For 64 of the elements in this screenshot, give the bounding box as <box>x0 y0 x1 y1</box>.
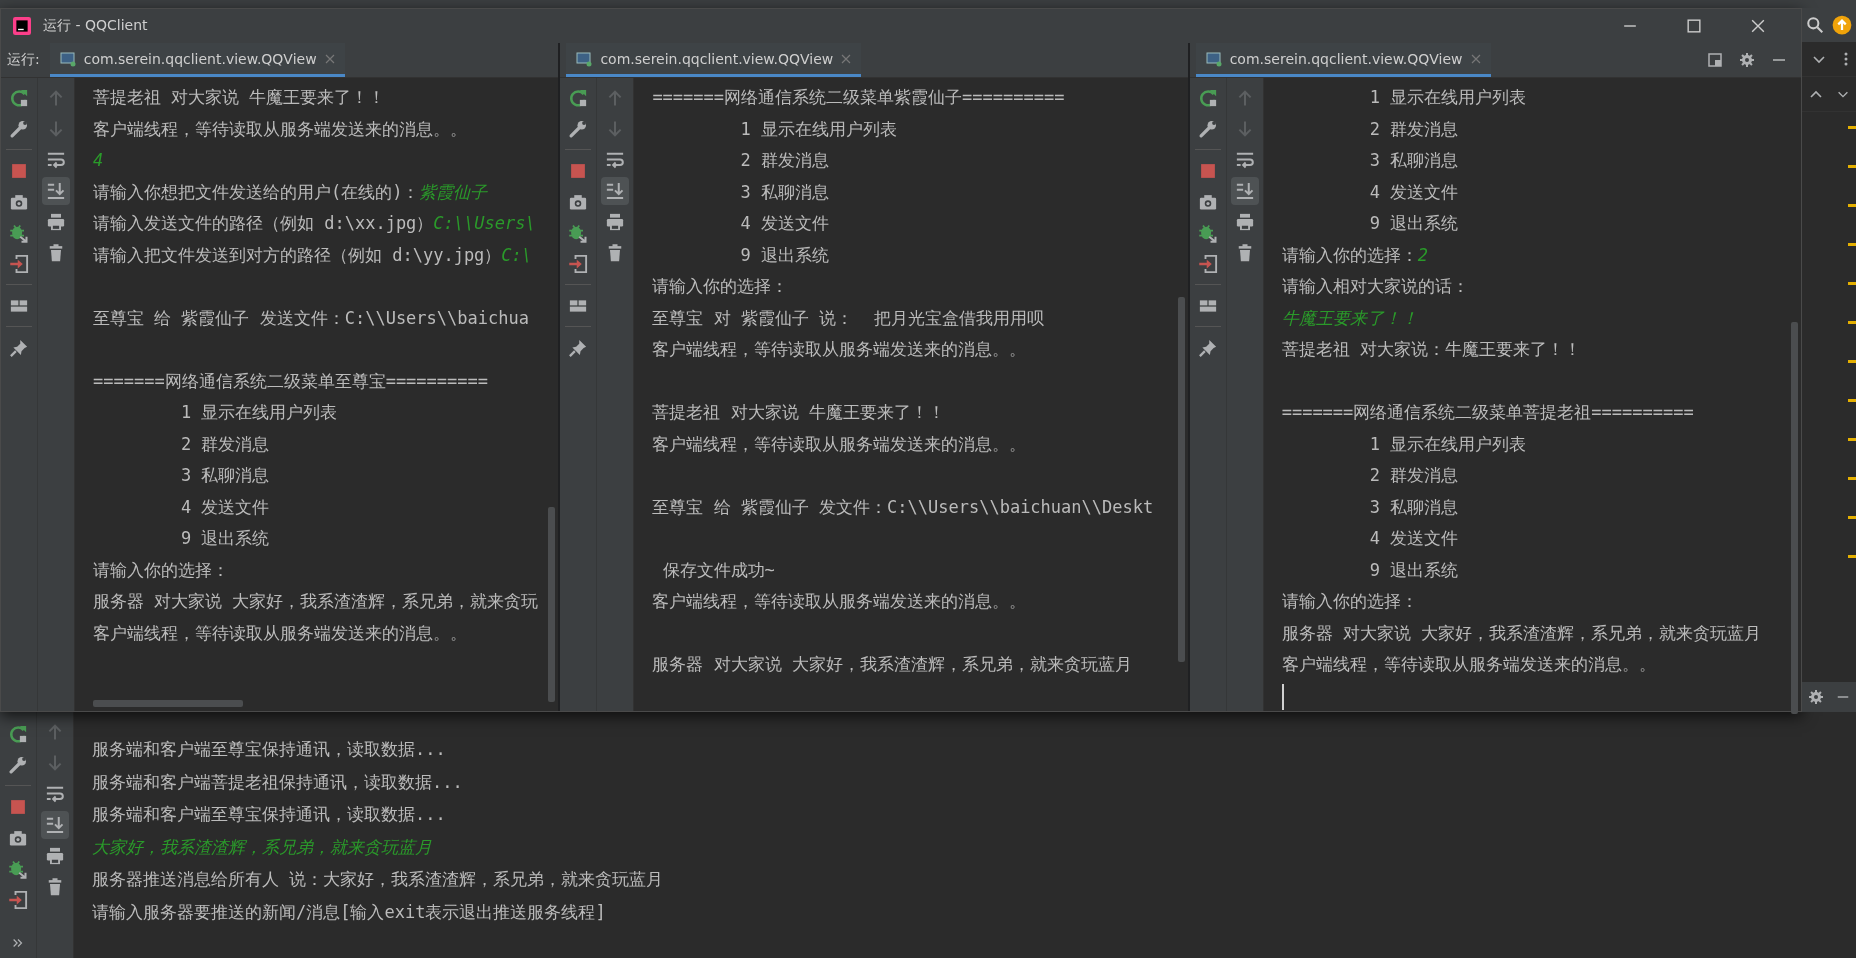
user-input-text: 紫霞仙子 <box>419 181 488 202</box>
user-input-text: 4 <box>93 150 104 170</box>
console-text: 9 退出系统 <box>181 528 270 548</box>
console-text: 请输入发送文件的路径（例如 d:\xx.jpg） <box>93 213 434 233</box>
console-text: 9 退出系统 <box>1369 559 1459 580</box>
console-text: 4 发送文件 <box>181 496 270 517</box>
console-text: 请输入你的选择： <box>1281 244 1418 265</box>
console-text: 客户端线程，等待读取从服务端发送来的消息。。 <box>652 433 1027 454</box>
user-input-text: C:\ <box>501 244 533 265</box>
console-text: 请输入你的选择： <box>652 276 789 296</box>
console-text: 2 群发消息 <box>1369 465 1459 485</box>
user-input-text: 大家好，我系渣渣辉，系兄弟，就来贪玩蓝月 <box>92 836 432 857</box>
console-text: 客户端线程，等待读取从服务端发送来的消息。。 <box>93 622 467 643</box>
console-text: 至尊宝 给 紫霞仙子 发送文件：C:\\Users\\baichua <box>93 307 529 328</box>
console-text: 请输入你的选择： <box>93 559 229 580</box>
console-text: 2 群发消息 <box>1369 118 1459 139</box>
console-text: 3 私聊消息 <box>181 465 270 485</box>
console-text: 请输入相对大家说的话： <box>1281 276 1469 296</box>
console-text: 3 私聊消息 <box>1369 150 1459 170</box>
console-text: 服务端和客户端至尊宝保持通讯，读取数据... <box>92 804 446 824</box>
console-text: =======网络通信系统二级菜单至尊宝========== <box>93 370 488 391</box>
console-text: 1 显示在线用户列表 <box>1369 87 1527 107</box>
console-text: 9 退出系统 <box>1369 213 1459 233</box>
console-text: 3 私聊消息 <box>1369 496 1459 517</box>
console-text: 客户端线程，等待读取从服务端发送来的消息。。 <box>652 339 1027 359</box>
console-text: 请输入你想把文件发送给的用户(在线的)： <box>93 181 420 202</box>
console-text: 服务端和客户端菩提老祖保持通讯，读取数据... <box>92 771 463 792</box>
console-text: 请输入你的选择： <box>1281 591 1418 611</box>
console-text: 菩提老祖 对大家说 牛魔王要来了！！ <box>652 402 945 422</box>
console-text: 请输入把文件发送到对方的路径（例如 d:\yy.jpg） <box>93 244 502 265</box>
console-tab[interactable]: com.serein.qqclient.view.QQView <box>1195 43 1491 77</box>
user-input-text: 牛魔王要来了！！ <box>1281 307 1418 328</box>
console-text: 保存文件成功~ <box>661 559 775 580</box>
console-text: 服务器 对大家说 大家好，我系渣渣辉，系兄弟，就来贪玩 <box>93 591 539 611</box>
console-text: 客户端线程，等待读取从服务端发送来的消息。。 <box>93 118 467 139</box>
console-text: 菩提老祖 对大家说 牛魔王要来了！！ <box>93 87 386 107</box>
console-text: 服务器推送消息给所有人 说：大家好，我系渣渣辉，系兄弟，就来贪玩蓝月 <box>92 869 664 889</box>
console-text: 服务端和客户端至尊宝保持通讯，读取数据... <box>92 739 446 759</box>
console-text: =======网络通信系统二级菜单菩提老祖========== <box>1281 402 1694 422</box>
console-text: 3 私聊消息 <box>740 181 829 202</box>
console-text: 至尊宝 给 紫霞仙子 发文件：C:\\Users\\baichuan\\Deskt <box>652 496 1154 517</box>
console-text: 客户端线程，等待读取从服务端发送来的消息。。 <box>652 591 1027 611</box>
console-text: 1 显示在线用户列表 <box>740 118 897 139</box>
console-text: 2 群发消息 <box>740 150 829 170</box>
window-title: 运行 - QQClient <box>43 17 148 35</box>
console-text: 服务器 对大家说 大家好，我系渣渣辉，系兄弟，就来贪玩蓝月 <box>1281 622 1762 643</box>
console-text: 菩提老祖 对大家说：牛魔王要来了！！ <box>1281 339 1581 359</box>
console-text: 1 显示在线用户列表 <box>181 402 338 422</box>
console-text: 服务器 对大家说 大家好，我系渣渣辉，系兄弟，就来贪玩蓝月 <box>652 654 1132 674</box>
user-input-text: 2 <box>1417 244 1428 265</box>
console-tab[interactable]: com.serein.qqclient.view.QQView <box>49 43 345 77</box>
console-tab[interactable]: com.serein.qqclient.view.QQView <box>566 43 862 77</box>
console-text: =======网络通信系统二级菜单紫霞仙子========== <box>652 87 1065 107</box>
console-text: 9 退出系统 <box>740 244 829 265</box>
console-text: 至尊宝 对 紫霞仙子 说： 把月光宝盒借我用用呗 <box>652 307 1044 328</box>
console-text: 2 群发消息 <box>181 433 270 454</box>
console-text: 4 发送文件 <box>1369 528 1459 548</box>
console-text: 4 发送文件 <box>740 213 829 233</box>
run-label: 运行: <box>7 51 40 69</box>
console-text: 请输入服务器要推送的新闻/消息[输入exit表示退出推送服务线程] <box>92 901 606 922</box>
user-input-text: C:\\Users\ <box>433 213 536 233</box>
console-text: 客户端线程，等待读取从服务端发送来的消息。。 <box>1281 654 1656 674</box>
console-text: 4 发送文件 <box>1369 181 1459 202</box>
console-text: 1 显示在线用户列表 <box>1369 433 1527 454</box>
